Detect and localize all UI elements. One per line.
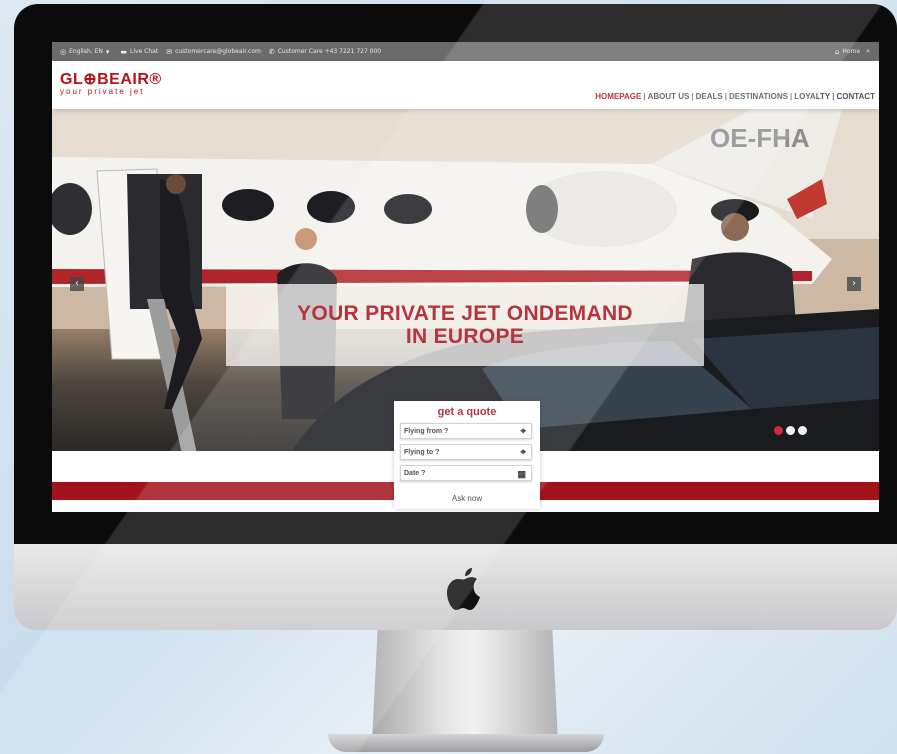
slider-dot-1[interactable]: [774, 426, 783, 435]
chat-icon: ▬: [120, 47, 128, 56]
home-icon[interactable]: ⌂: [835, 48, 839, 56]
nav-separator: |: [789, 92, 793, 101]
nav-separator: |: [643, 92, 646, 101]
phone-icon: ✆: [268, 47, 275, 56]
slider-dot-2[interactable]: [786, 426, 795, 435]
website-screen: ◎ English, EN ▾ ▬ Live Chat ✉ customerca…: [52, 42, 879, 512]
hero-photo: OE-FHA: [52, 109, 879, 451]
hero-slider: OE-FHA ‹ › YOUR PRIVATE JET ONDEMAND IN …: [52, 109, 879, 451]
nav-contact[interactable]: CONTACT: [836, 92, 875, 101]
quote-form: get a quote Flying from ? ⌖ Flying to ? …: [394, 401, 540, 509]
language-label: English, EN: [69, 48, 103, 55]
main-nav: HOMEPAGE | ABOUT US | DEALS | DESTINATIO…: [595, 92, 875, 101]
imac-monitor: ◎ English, EN ▾ ▬ Live Chat ✉ customerca…: [14, 4, 897, 630]
flying-to-placeholder: Flying to ?: [404, 449, 440, 456]
language-selector[interactable]: ◎ English, EN ▾: [60, 48, 112, 56]
email-link[interactable]: ✉ customercare@globeair.com: [166, 48, 261, 56]
brand-logo[interactable]: GL⊕BEAIR® your private jet: [60, 69, 162, 96]
email-label: customercare@globeair.com: [175, 48, 261, 55]
live-chat-link[interactable]: ▬ Live Chat: [120, 48, 158, 56]
flying-from-field[interactable]: Flying from ? ⌖: [400, 423, 532, 439]
monitor-stand: [372, 630, 558, 742]
quote-title: get a quote: [437, 406, 497, 418]
globe-icon: ◎: [60, 47, 67, 56]
date-field[interactable]: Date ? ▦: [400, 465, 532, 481]
chevron-left-icon: ‹: [75, 278, 79, 289]
monitor-stand-foot: [328, 734, 604, 752]
nav-destinations[interactable]: DESTINATIONS: [729, 92, 788, 101]
home-label[interactable]: Home: [842, 48, 860, 55]
ask-now-button[interactable]: Ask now: [394, 494, 540, 503]
flying-from-placeholder: Flying from ?: [404, 428, 449, 435]
location-target-icon: ⌖: [520, 426, 526, 437]
slider-dot-3[interactable]: [798, 426, 807, 435]
nav-separator: |: [724, 92, 727, 101]
aircraft-registration: OE-FHA: [710, 123, 810, 153]
date-placeholder: Date ?: [404, 470, 426, 477]
calendar-icon: ▦: [517, 469, 526, 479]
location-target-icon: ⌖: [520, 447, 526, 458]
slider-dots: [774, 426, 807, 435]
slider-next-button[interactable]: ›: [847, 277, 861, 291]
chevron-down-icon: ▾: [105, 47, 110, 56]
envelope-icon: ✉: [166, 47, 173, 56]
flying-to-field[interactable]: Flying to ? ⌖: [400, 444, 532, 460]
nav-separator: |: [832, 92, 835, 101]
apple-logo-icon: [447, 568, 480, 610]
nav-deals[interactable]: DEALS: [696, 92, 723, 101]
search-icon[interactable]: ⌕: [866, 47, 870, 56]
nav-homepage[interactable]: HOMEPAGE: [595, 92, 641, 101]
site-header: GL⊕BEAIR® your private jet HOMEPAGE | AB…: [52, 61, 879, 109]
hero-headline: YOUR PRIVATE JET ONDEMAND IN EUROPE: [226, 284, 704, 366]
slider-prev-button[interactable]: ‹: [70, 277, 84, 291]
nav-about-us[interactable]: ABOUT US: [648, 92, 690, 101]
phone-label: Customer Care +43 7221 727 000: [277, 48, 382, 55]
chevron-right-icon: ›: [852, 278, 856, 289]
nav-separator: |: [691, 92, 694, 101]
headline-line-2: IN EUROPE: [405, 325, 525, 348]
brand-name: GL⊕BEAIR®: [60, 71, 162, 88]
phone-link[interactable]: ✆ Customer Care +43 7221 727 000: [269, 48, 381, 56]
top-utility-bar: ◎ English, EN ▾ ▬ Live Chat ✉ customerca…: [52, 42, 879, 61]
live-chat-label: Live Chat: [130, 48, 159, 55]
headline-line-1: YOUR PRIVATE JET ONDEMAND: [297, 302, 633, 325]
nav-loyalty[interactable]: LOYALTY: [794, 92, 830, 101]
